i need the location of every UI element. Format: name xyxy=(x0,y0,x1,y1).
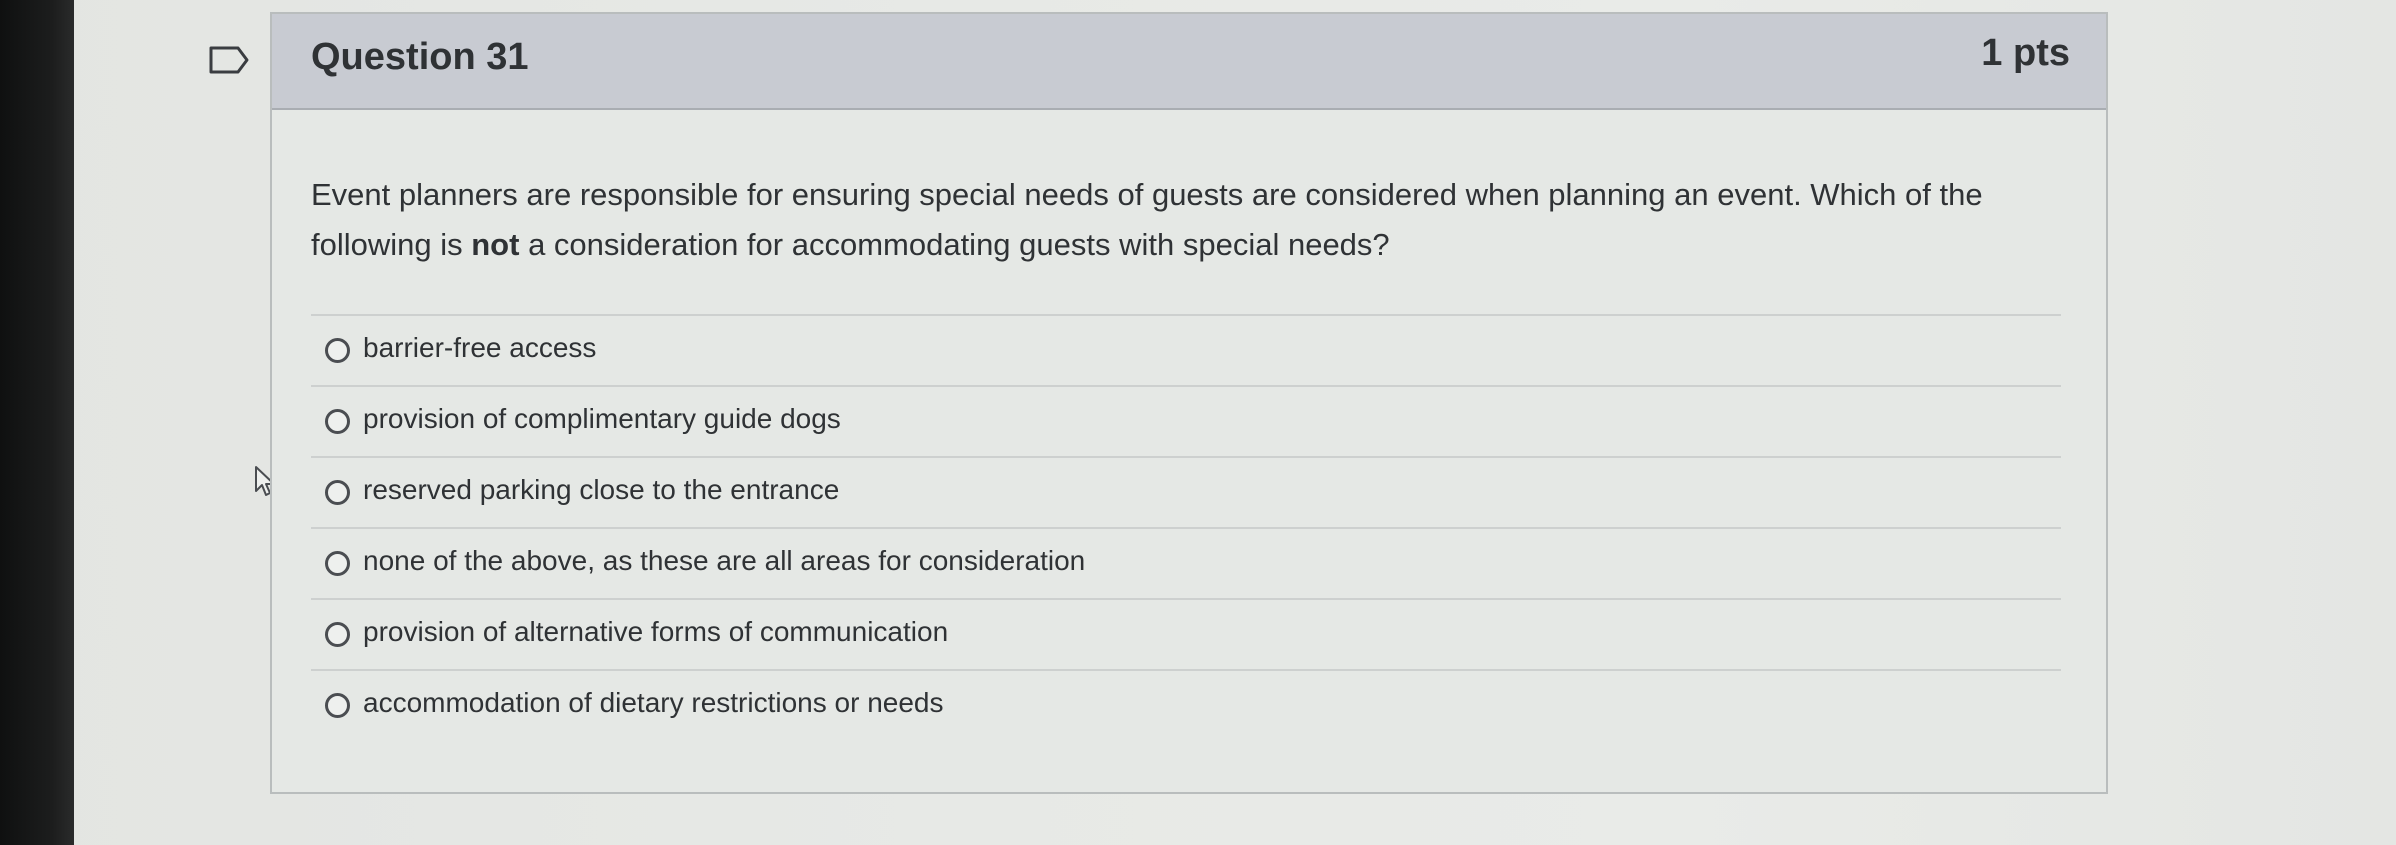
answer-option[interactable]: barrier-free access xyxy=(311,314,2061,385)
answer-option[interactable]: reserved parking close to the entrance xyxy=(311,456,2061,527)
answer-label[interactable]: provision of alternative forms of commun… xyxy=(363,616,948,648)
answer-label[interactable]: provision of complimentary guide dogs xyxy=(363,403,841,435)
question-title: Question 31 xyxy=(311,36,529,78)
answer-label[interactable]: none of the above, as these are all area… xyxy=(363,545,1085,577)
radio-button[interactable] xyxy=(325,551,350,576)
answer-list: barrier-free access provision of complim… xyxy=(311,314,2061,740)
answer-option[interactable]: accommodation of dietary restrictions or… xyxy=(311,669,2061,740)
answer-label[interactable]: accommodation of dietary restrictions or… xyxy=(363,687,944,719)
question-text: Event planners are responsible for ensur… xyxy=(311,170,2071,270)
flag-bookmark-icon[interactable] xyxy=(208,45,250,75)
radio-button[interactable] xyxy=(325,622,350,647)
answer-option[interactable]: none of the above, as these are all area… xyxy=(311,527,2061,598)
radio-button[interactable] xyxy=(325,693,350,718)
question-points: 1 pts xyxy=(1981,32,2070,74)
question-card: Question 31 1 pts Event planners are res… xyxy=(270,12,2108,794)
radio-button[interactable] xyxy=(325,409,350,434)
radio-button[interactable] xyxy=(325,338,350,363)
question-text-part: a consideration for accommodating guests… xyxy=(519,227,1390,262)
answer-option[interactable]: provision of alternative forms of commun… xyxy=(311,598,2061,669)
screen-bezel xyxy=(0,0,74,845)
question-text-emphasis: not xyxy=(471,227,520,262)
answer-option[interactable]: provision of complimentary guide dogs xyxy=(311,385,2061,456)
question-header: Question 31 1 pts xyxy=(272,14,2106,110)
radio-button[interactable] xyxy=(325,480,350,505)
answer-label[interactable]: barrier-free access xyxy=(363,332,596,364)
answer-label[interactable]: reserved parking close to the entrance xyxy=(363,474,839,506)
